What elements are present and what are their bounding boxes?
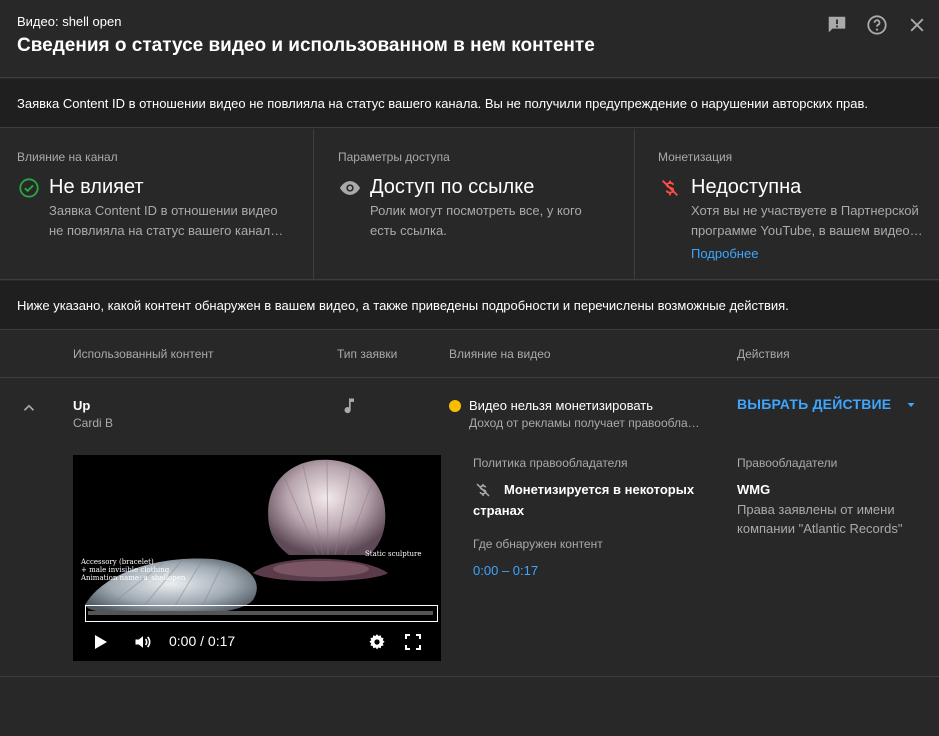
close-icon[interactable] — [905, 13, 929, 37]
card-label: Влияние на канал — [17, 150, 118, 164]
choose-action-button[interactable]: ВЫБРАТЬ ДЕЙСТВИЕ — [737, 396, 917, 412]
no-money-icon — [658, 176, 682, 200]
card-monetization: Монетизация Недоступна Хотя вы не участв… — [634, 129, 939, 280]
choose-action-label: ВЫБРАТЬ ДЕЙСТВИЕ — [737, 396, 892, 412]
banner-text: Заявка Content ID в отношении видео не п… — [17, 96, 869, 111]
content-artist: Cardi B — [73, 416, 114, 430]
owner-name: WMG — [737, 482, 771, 497]
content-title: Up — [73, 398, 91, 413]
found-label: Где обнаружен контент — [473, 537, 603, 551]
fullscreen-icon[interactable] — [403, 632, 423, 652]
impact-desc: Доход от рекламы получает правообла… — [469, 416, 700, 430]
column-header-actions: Действия — [737, 347, 790, 361]
card-desc: Ролик могут посмотреть все, у кого есть … — [370, 203, 582, 238]
copyright-banner: Заявка Content ID в отношении видео не п… — [0, 79, 939, 128]
overlay-line: Accessory (bracelet) — [81, 558, 154, 566]
column-header-impact: Влияние на видео — [449, 347, 551, 361]
table-header: Использованный контент Тип заявки Влияни… — [0, 331, 939, 378]
card-value: Не влияет — [49, 176, 144, 198]
video-time: 0:00 / 0:17 — [169, 633, 236, 649]
card-label: Монетизация — [658, 150, 733, 164]
table-row: Up Cardi B Видео нельзя монетизировать Д… — [0, 379, 939, 677]
owner-desc-line1: Права заявлены от имени — [737, 502, 895, 517]
card-value: Доступ по ссылке — [370, 176, 535, 198]
page-title: Сведения о статусе видео и использованно… — [17, 35, 595, 56]
policy-line2: странах — [473, 503, 525, 518]
card-channel-impact: Влияние на канал Не влияет Заявка Conten… — [0, 129, 313, 280]
overlay-line: + male invisible clothing — [81, 566, 170, 574]
status-cards: Влияние на канал Не влияет Заявка Conten… — [0, 129, 939, 280]
video-overlay-text-left: Accessory (bracelet) + male invisible cl… — [81, 558, 185, 582]
policy-line1: Монетизируется в некоторых — [504, 482, 695, 497]
status-dot — [449, 400, 461, 412]
info-text: Ниже указано, какой контент обнаружен в … — [17, 298, 789, 313]
video-overlay-text-right: Static sculpture — [365, 550, 422, 558]
dropdown-arrow-icon — [907, 403, 915, 408]
card-visibility: Параметры доступа Доступ по ссылке Ролик… — [313, 129, 634, 280]
card-desc: Хотя вы не участвуете в Партнерской прог… — [691, 203, 923, 238]
dialog-header: Видео: shell open Сведения о статусе вид… — [0, 0, 939, 78]
chevron-up-icon[interactable] — [17, 396, 41, 420]
feedback-icon[interactable] — [825, 13, 849, 37]
video-player[interactable]: Accessory (bracelet) + male invisible cl… — [73, 455, 441, 661]
owners-label: Правообладатели — [737, 456, 838, 470]
video-progress-bar[interactable] — [85, 605, 438, 622]
policy-label: Политика правообладателя — [473, 456, 628, 470]
video-subtitle: Видео: shell open — [17, 14, 122, 29]
progress-track — [88, 611, 433, 615]
card-desc: Заявка Content ID в отношении видео не п… — [49, 203, 284, 238]
owner-desc-line2: компании "Atlantic Records" — [737, 521, 903, 536]
music-note-icon — [337, 394, 361, 418]
check-circle-icon — [17, 176, 41, 200]
impact-title: Видео нельзя монетизировать — [469, 398, 654, 413]
info-banner: Ниже указано, какой контент обнаружен в … — [0, 281, 939, 330]
learn-more-link[interactable]: Подробнее — [691, 246, 758, 261]
card-value: Недоступна — [691, 176, 802, 198]
column-header-content: Использованный контент — [73, 347, 214, 361]
settings-icon[interactable] — [367, 632, 387, 652]
card-label: Параметры доступа — [338, 150, 450, 164]
volume-icon[interactable] — [131, 631, 155, 653]
column-header-claim-type: Тип заявки — [337, 347, 398, 361]
found-range-link[interactable]: 0:00 – 0:17 — [473, 563, 538, 578]
eye-icon — [338, 176, 362, 200]
no-money-icon — [473, 480, 493, 500]
overlay-line: Animation name: a_shellopen — [81, 574, 186, 582]
help-icon[interactable] — [865, 13, 889, 37]
play-icon[interactable] — [91, 632, 111, 652]
